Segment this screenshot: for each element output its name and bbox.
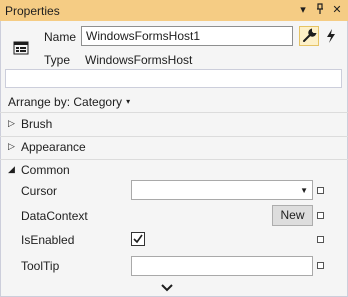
category-appearance[interactable]: ▷ Appearance xyxy=(0,137,348,159)
property-marker-icon[interactable] xyxy=(317,212,324,219)
property-label-cursor: Cursor xyxy=(21,184,58,198)
more-properties-expander[interactable] xyxy=(0,280,348,297)
new-button[interactable]: New xyxy=(272,205,313,226)
chevron-down-icon[interactable] xyxy=(160,282,174,296)
property-marker-icon[interactable] xyxy=(317,236,324,243)
chevron-down-icon: ▾ xyxy=(126,97,131,106)
property-marker-icon[interactable] xyxy=(317,262,324,269)
type-value: WindowsFormsHost xyxy=(85,53,193,67)
events-view-button[interactable] xyxy=(321,26,341,46)
lightning-bolt-icon xyxy=(321,29,341,49)
arrange-by-label: Arrange by: Category xyxy=(8,95,123,109)
close-icon[interactable]: ✕ xyxy=(330,3,344,17)
arrange-by-dropdown[interactable]: Arrange by: Category ▾ xyxy=(8,95,130,109)
cursor-combobox[interactable]: ▼ xyxy=(131,180,313,200)
type-label: Type xyxy=(44,53,71,67)
name-input[interactable]: WindowsFormsHost1 xyxy=(81,26,293,46)
collapse-arrow-icon: ◢ xyxy=(8,164,15,174)
isenabled-checkbox[interactable] xyxy=(131,232,145,246)
name-label: Name xyxy=(44,30,77,44)
window-menu-dropdown-icon[interactable]: ▾ xyxy=(296,3,310,17)
property-label-isenabled: IsEnabled xyxy=(21,233,75,247)
wrench-icon xyxy=(300,28,318,48)
property-label-tooltip: ToolTip xyxy=(21,259,60,273)
window-title: Properties xyxy=(5,4,60,18)
divider xyxy=(0,112,348,113)
property-search-input[interactable] xyxy=(5,69,342,88)
category-brush[interactable]: ▷ Brush xyxy=(0,114,348,136)
object-type-icon xyxy=(13,41,29,55)
chevron-down-icon[interactable]: ▼ xyxy=(300,186,308,195)
category-label: Appearance xyxy=(21,140,86,154)
property-marker-icon[interactable] xyxy=(317,187,324,194)
expand-arrow-icon: ▷ xyxy=(8,141,15,151)
property-label-datacontext: DataContext xyxy=(21,209,88,223)
properties-view-button[interactable] xyxy=(299,26,319,46)
category-label: Common xyxy=(21,163,70,177)
title-bar: Properties ▾ ✕ xyxy=(0,0,348,21)
pin-icon[interactable] xyxy=(313,3,327,17)
expand-arrow-icon: ▷ xyxy=(8,118,15,128)
checkmark-icon xyxy=(133,234,143,244)
category-label: Brush xyxy=(21,117,53,131)
category-common[interactable]: ◢ Common xyxy=(0,160,348,182)
tooltip-input[interactable] xyxy=(131,256,313,276)
